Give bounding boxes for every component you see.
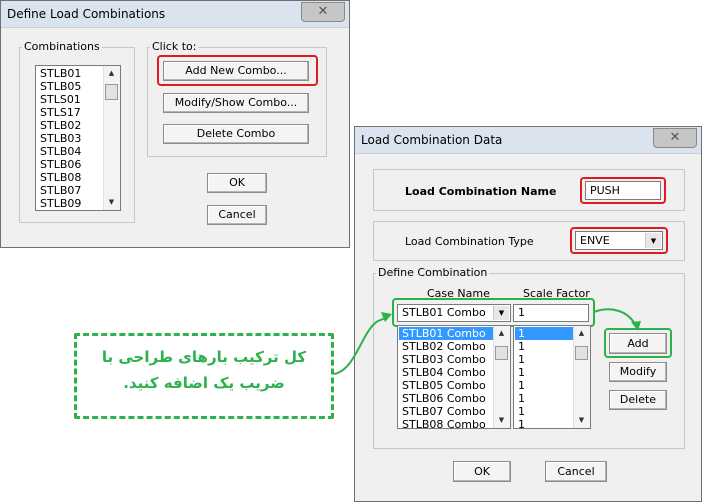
list-item[interactable]: STLS17 (40, 106, 81, 119)
close-icon[interactable]: ✕ (301, 2, 345, 22)
list-item[interactable]: 1 (518, 405, 525, 418)
list-item[interactable]: 1 (518, 366, 525, 379)
cancel-button[interactable]: Cancel (545, 461, 607, 482)
list-item[interactable]: STLB06 (40, 158, 81, 171)
annotation-line-1: کل ترکیب بارهای طراحی با (101, 348, 307, 366)
list-item[interactable]: STLB07 Combo (402, 405, 486, 418)
list-item[interactable]: 1 (518, 379, 525, 392)
list-item[interactable]: STLB02 (40, 119, 81, 132)
list-item[interactable]: 1 (518, 353, 525, 366)
combination-name-highlight (580, 177, 666, 204)
combinations-listbox[interactable]: STLB01 STLB05 STLS01 STLS17 STLB02 STLB03 STLB… (35, 65, 121, 211)
define-load-combinations-dialog: Define Load Combinations ✕ Combinations … (0, 0, 350, 248)
list-item[interactable]: 1 (518, 392, 525, 405)
ok-button[interactable]: OK (453, 461, 511, 482)
list-item[interactable]: 1 (518, 418, 525, 428)
modify-button[interactable]: Modify (609, 362, 667, 382)
dialog-title: Load Combination Data (361, 133, 503, 147)
list-item[interactable]: STLB09 (40, 197, 81, 210)
combination-type-label: Load Combination Type (405, 235, 534, 248)
title-bar[interactable]: Load Combination Data ✕ (355, 127, 701, 154)
scroll-down-icon[interactable]: ▼ (494, 414, 509, 427)
list-item[interactable]: STLB04 (40, 145, 81, 158)
combinations-label: Combinations (22, 40, 102, 53)
list-item[interactable]: STLB04 Combo (402, 366, 486, 379)
list-item[interactable]: STLB03 (40, 132, 81, 145)
list-item[interactable]: 1 (515, 327, 573, 340)
list-item[interactable]: 1 (518, 340, 525, 353)
list-item[interactable]: STLB01 Combo (399, 327, 493, 340)
title-bar[interactable]: Define Load Combinations ✕ (1, 1, 349, 28)
combination-type-highlight (570, 227, 668, 254)
add-new-combo-highlight (157, 55, 318, 86)
define-combination-label: Define Combination (376, 266, 490, 279)
combination-name-label: Load Combination Name (405, 185, 557, 198)
case-input-highlight (392, 298, 595, 327)
list-item[interactable]: STLB05 Combo (402, 379, 486, 392)
scroll-up-icon[interactable]: ▲ (104, 67, 119, 80)
scroll-up-icon[interactable]: ▲ (494, 327, 509, 340)
add-button-highlight (604, 328, 672, 358)
list-item[interactable]: STLB08 (40, 171, 81, 184)
scroll-down-icon[interactable]: ▼ (574, 414, 589, 427)
delete-combo-button[interactable]: Delete Combo (163, 124, 309, 144)
load-combination-data-dialog: Load Combination Data ✕ Load Combination… (354, 126, 702, 502)
scroll-thumb[interactable] (575, 346, 588, 360)
case-name-listbox[interactable]: STLB01 Combo STLB02 Combo STLB03 Combo STLB… (397, 325, 511, 429)
cancel-button[interactable]: Cancel (207, 205, 267, 225)
scroll-thumb[interactable] (495, 346, 508, 360)
list-item[interactable]: STLB01 (40, 67, 81, 80)
factor-list-scrollbar[interactable]: ▲ ▼ (573, 326, 590, 428)
delete-button[interactable]: Delete (609, 390, 667, 410)
annotation-line-2: ضریب یک اضافه کنید. (123, 374, 285, 392)
click-to-label: Click to: (150, 40, 199, 53)
close-icon[interactable]: ✕ (653, 128, 697, 148)
dialog-title: Define Load Combinations (7, 7, 166, 21)
list-item[interactable]: STLB06 Combo (402, 392, 486, 405)
list-item[interactable]: STLB05 (40, 80, 81, 93)
scale-factor-listbox[interactable]: 11111111 ▲ ▼ (513, 325, 591, 429)
scroll-up-icon[interactable]: ▲ (574, 327, 589, 340)
combinations-scrollbar[interactable]: ▲ ▼ (103, 66, 120, 210)
list-item[interactable]: STLS01 (40, 93, 81, 106)
scroll-down-icon[interactable]: ▼ (104, 196, 119, 209)
modify-show-combo-button[interactable]: Modify/Show Combo... (163, 93, 309, 113)
scroll-thumb[interactable] (105, 84, 118, 100)
case-list-scrollbar[interactable]: ▲ ▼ (493, 326, 510, 428)
list-item[interactable]: STLB02 Combo (402, 340, 486, 353)
annotation-box: کل ترکیب بارهای طراحی با ضریب یک اضافه ک… (74, 333, 334, 419)
ok-button[interactable]: OK (207, 173, 267, 193)
list-item[interactable]: STLB03 Combo (402, 353, 486, 366)
list-item[interactable]: STLB07 (40, 184, 81, 197)
list-item[interactable]: STLB08 Combo (402, 418, 486, 428)
